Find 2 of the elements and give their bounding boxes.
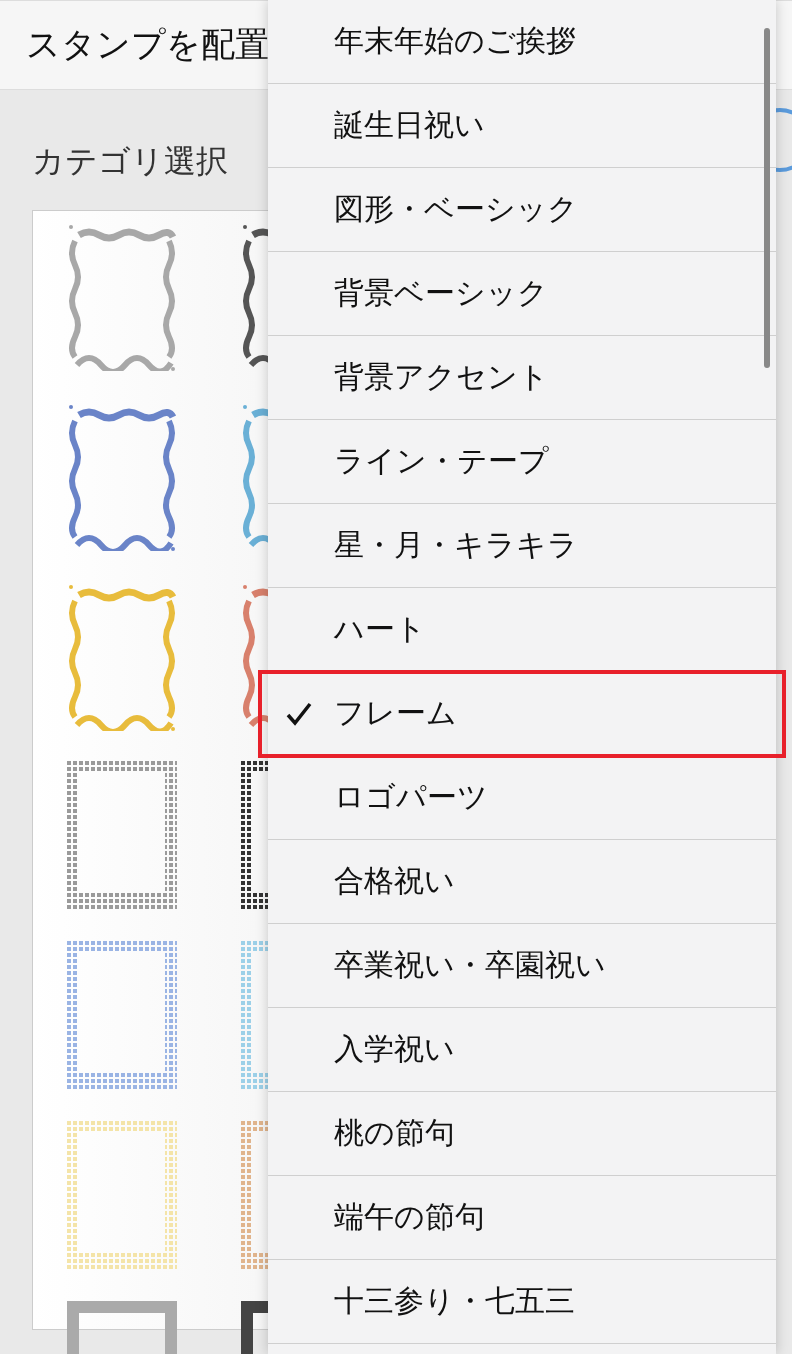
category-label: カテゴリ選択 — [32, 141, 229, 182]
header-title: スタンプを配置 — [26, 23, 269, 66]
